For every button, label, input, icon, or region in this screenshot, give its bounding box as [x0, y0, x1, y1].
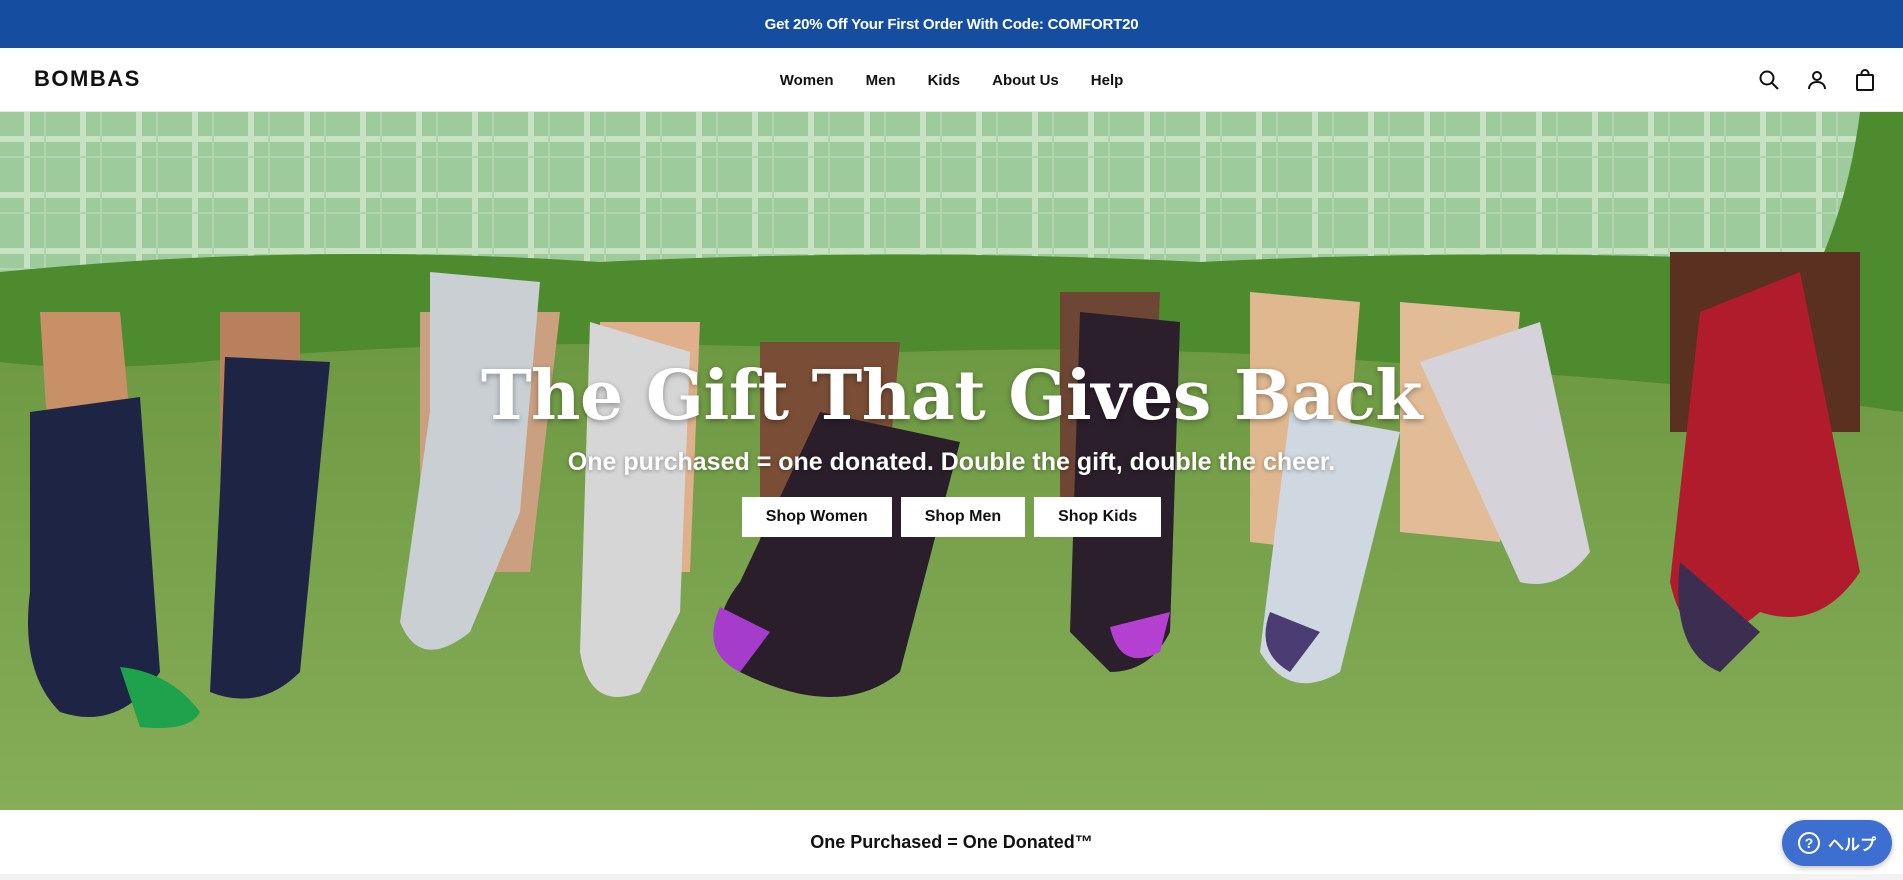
nav-men[interactable]: Men [866, 72, 896, 89]
hero-content: The Gift That Gives Back One purchased =… [0, 362, 1903, 537]
hero-banner: The Gift That Gives Back One purchased =… [0, 112, 1903, 810]
account-icon[interactable] [1805, 68, 1829, 92]
nav-about-us[interactable]: About Us [992, 72, 1059, 89]
question-icon: ? [1797, 832, 1820, 854]
nav-help[interactable]: Help [1091, 72, 1124, 89]
bag-icon[interactable] [1853, 68, 1877, 92]
main-nav: Women Men Kids About Us Help [0, 48, 1903, 112]
shop-kids-button[interactable]: Shop Kids [1034, 497, 1162, 537]
nav-kids[interactable]: Kids [928, 72, 961, 89]
hero-subtitle: One purchased = one donated. Double the … [567, 448, 1336, 476]
site-header: BOMBAS Women Men Kids About Us Help [0, 48, 1903, 112]
nav-women[interactable]: Women [780, 72, 834, 89]
promo-banner[interactable]: Get 20% Off Your First Order With Code: … [0, 0, 1903, 48]
hero-title: The Gift That Gives Back [480, 356, 1423, 436]
help-widget-button[interactable]: ? ヘルプ [1782, 820, 1892, 866]
shop-women-button[interactable]: Shop Women [741, 497, 892, 537]
section-divider [0, 874, 1903, 880]
shop-men-button[interactable]: Shop Men [900, 497, 1026, 537]
search-icon[interactable] [1757, 68, 1781, 92]
mission-heading: One Purchased = One Donated™ [0, 810, 1903, 874]
promo-text: Get 20% Off Your First Order With Code: … [764, 15, 1139, 33]
bombas-logo[interactable]: BOMBAS [34, 66, 141, 92]
help-widget-label: ヘルプ [1827, 837, 1876, 854]
